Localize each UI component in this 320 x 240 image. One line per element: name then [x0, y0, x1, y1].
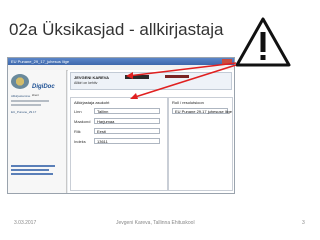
- field-label: Indeks: [74, 139, 86, 144]
- footer-author: Jevgeni Kareva, Tallinna Ehituskool: [116, 220, 195, 226]
- field-label: Maakond: [74, 119, 91, 124]
- sidebar-link[interactable]: [11, 165, 55, 167]
- redacted-id: [125, 75, 149, 79]
- sidebar-link[interactable]: [11, 169, 49, 171]
- signer-location-pane: Allkirjastaja asukoht Linn Tallinn Maako…: [70, 97, 168, 191]
- slide-title: 02a Üksikasjad - allkirjastaja: [9, 20, 224, 39]
- signature-details-panel: JEVGENI KAREVA Allkiri on kehtiv Allkirj…: [68, 70, 234, 193]
- sidebar: DigiDoc klient Allkirjastamine EU_Punane…: [8, 70, 67, 193]
- signer-header: JEVGENI KAREVA Allkiri on kehtiv: [70, 72, 232, 90]
- page-number: 3: [302, 220, 305, 226]
- field-label: Linn: [74, 109, 82, 114]
- estonia-coat-of-arms-icon: [11, 74, 29, 89]
- location-section-title: Allkirjastaja asukoht: [74, 100, 110, 105]
- sidebar-item[interactable]: [11, 104, 41, 106]
- window-title: EU Punane_29_17_juhesus liige: [11, 59, 70, 64]
- tab-bar: AllkirjastajaAllkiri: [70, 90, 118, 105]
- field-row: Linn Tallinn: [74, 108, 164, 115]
- role-section-title: Roll / resolutsioon: [172, 100, 204, 105]
- signer-name: JEVGENI KAREVA: [74, 75, 110, 80]
- field-row: Indeks 13611: [74, 138, 164, 145]
- county-field[interactable]: Harjumaa: [94, 118, 160, 124]
- app-logo: DigiDoc klient: [32, 75, 62, 97]
- sidebar-item[interactable]: [11, 100, 49, 102]
- window-titlebar: EU Punane_29_17_juhesus liige: [8, 58, 234, 65]
- app-screenshot: EU Punane_29_17_juhesus liige DigiDoc kl…: [7, 57, 235, 194]
- signature-validity-marker: [165, 75, 189, 78]
- sidebar-section-label: Allkirjastamine: [11, 94, 31, 98]
- postal-code-field[interactable]: 13611: [94, 138, 160, 144]
- footer-date: 3.03.2017: [14, 220, 37, 226]
- sidebar-link[interactable]: [11, 173, 53, 175]
- sidebar-file-label[interactable]: EU_Punane_29.17: [11, 110, 36, 114]
- brand-sub: klient: [32, 93, 40, 97]
- role-pane: Roll / resolutsioon EU Punane 29.17 juhe…: [168, 97, 233, 191]
- brand-name: DigiDoc: [32, 84, 55, 90]
- city-field[interactable]: Tallinn: [94, 108, 160, 114]
- warning-icon: [235, 17, 291, 67]
- signer-status: Allkiri on kehtiv: [74, 81, 98, 85]
- close-icon[interactable]: [222, 59, 232, 64]
- field-label: Riik: [74, 129, 81, 134]
- country-field[interactable]: Eesti: [94, 128, 160, 134]
- field-row: Maakond Harjumaa: [74, 118, 164, 125]
- field-row: Riik Eesti: [74, 128, 164, 135]
- role-field[interactable]: EU Punane 29.17 juhesuse liige: [172, 108, 232, 114]
